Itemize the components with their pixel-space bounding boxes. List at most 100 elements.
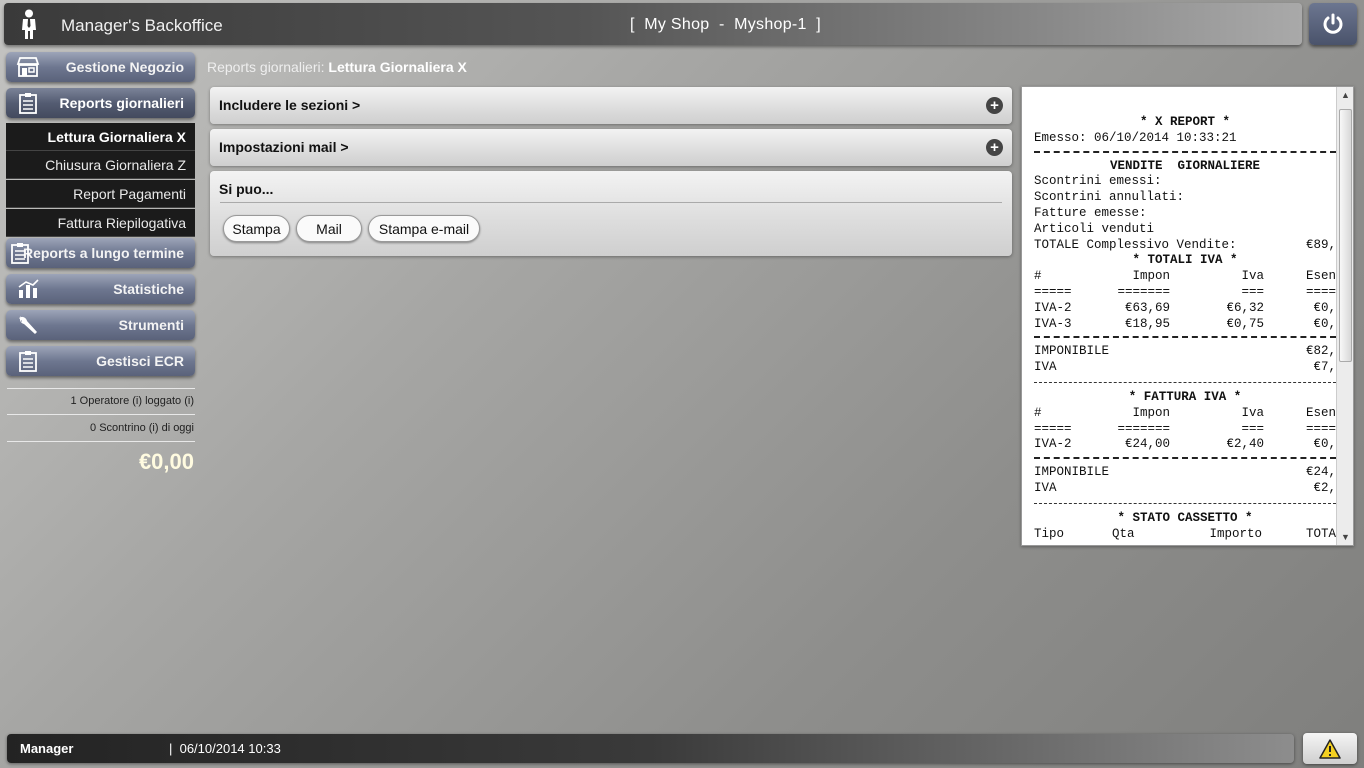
scroll-down-icon[interactable]: ▼ <box>1341 532 1350 542</box>
power-icon <box>1323 13 1343 34</box>
logout-button[interactable] <box>1309 3 1357 45</box>
cell: €2,40 <box>1226 437 1264 452</box>
receipt-total-sales: TOTALE Complessivo Vendite: €89, <box>1034 238 1336 254</box>
expand-plus-icon[interactable]: + <box>986 97 1003 114</box>
col-qta: Qta <box>1112 526 1135 541</box>
subitem-report-pagamenti[interactable]: Report Pagamenti <box>6 180 195 208</box>
expand-plus-icon[interactable]: + <box>986 139 1003 156</box>
shop-title: [ My Shop - Myshop-1 ] <box>630 16 821 33</box>
sidebar-item-strumenti[interactable]: Strumenti <box>6 310 195 340</box>
sidebar-item-gestisci-ecr[interactable]: Gestisci ECR <box>6 346 195 376</box>
sidebar-item-statistiche[interactable]: Statistiche <box>6 274 195 304</box>
status-bar: Manager | 06/10/2014 10:33 <box>7 734 1294 763</box>
cell: €0, <box>1313 300 1336 315</box>
taxable-value: €24, <box>1305 465 1336 480</box>
cell: €0, <box>1313 316 1336 331</box>
cell: €6,32 <box>1226 300 1264 315</box>
subitem-label: Chiusura Giornaliera Z <box>45 156 186 173</box>
receipt-invoice-row: IVA-2 €24,00 €2,40 €0, <box>1034 437 1336 453</box>
panel-title: Includere le sezioni > <box>219 97 361 113</box>
sidebar-item-gestione-negozio[interactable]: Gestione Negozio <box>6 52 195 82</box>
underline: ======= <box>1117 421 1170 436</box>
subitem-label: Lettura Giornaliera X <box>47 128 186 145</box>
receipt-preview[interactable]: * X REPORT * Emesso: 06/10/2014 10:33:21… <box>1021 86 1354 546</box>
receipt-invoice-taxable: IMPONIBILE €24, <box>1034 465 1336 481</box>
receipt-vat-underline: ===== ======= === ==== <box>1034 285 1336 301</box>
receipt-scrollbar[interactable]: ▲ ▼ <box>1336 87 1353 545</box>
receipt-drawer-cols: Tipo Qta Importo TOTA <box>1034 527 1336 543</box>
taxable-label: IMPONIBILE <box>1034 344 1110 359</box>
col-tipo: Tipo <box>1034 526 1065 541</box>
receipt-separator <box>1034 150 1336 159</box>
receipt-separator <box>1034 457 1336 465</box>
receipt-invoice-iva: IVA €2, <box>1034 481 1336 497</box>
sidebar-item-reports-giornalieri[interactable]: Reports giornalieri <box>6 88 195 118</box>
receipt-line: Scontrini annullati: <box>1034 190 1185 205</box>
total-sales-value: €89, <box>1305 237 1336 252</box>
receipt-vat-cols: # Impon Iva Esen <box>1034 269 1336 285</box>
mail-settings-panel[interactable]: Impostazioni mail > + <box>210 129 1012 166</box>
panel-divider <box>220 202 1002 203</box>
cell: €24,00 <box>1124 437 1170 452</box>
receipt-line: Fatture emesse: <box>1034 205 1147 220</box>
taxable-label: IMPONIBILE <box>1034 465 1110 480</box>
receipt-content: * X REPORT * Emesso: 06/10/2014 10:33:21… <box>1034 115 1336 545</box>
top-bar: Manager's Backoffice [ My Shop - Myshop-… <box>4 3 1302 45</box>
col-impon: Impon <box>1132 269 1170 284</box>
sidebar-divider <box>7 388 195 389</box>
receipt-vat-row: IVA-2 €63,69 €6,32 €0, <box>1034 301 1336 317</box>
warning-button[interactable] <box>1303 733 1357 764</box>
col-hash: # <box>1034 269 1042 284</box>
scroll-up-icon[interactable]: ▲ <box>1341 90 1350 100</box>
receipt-drawer-header: * STATO CASSETTO * <box>1117 510 1253 525</box>
cell: €63,69 <box>1124 300 1170 315</box>
underline: === <box>1241 421 1264 436</box>
operators-logged: 1 Operatore (i) loggato (i) <box>70 395 195 407</box>
receipt-sales-header: VENDITE GIORNALIERE <box>1109 158 1261 173</box>
receipt-separator <box>1034 381 1336 390</box>
total-sales-label: TOTALE Complessivo Vendite: <box>1034 237 1237 252</box>
receipt-vat-header: * TOTALI IVA * <box>1132 253 1238 268</box>
subitem-label: Report Pagamenti <box>73 185 186 202</box>
cell: €0, <box>1313 437 1336 452</box>
underline: === <box>1241 284 1264 299</box>
include-sections-panel[interactable]: Includere le sezioni > + <box>210 87 1012 124</box>
print-email-button[interactable]: Stampa e-mail <box>368 215 480 242</box>
subitem-chiusura-giornaliera-z[interactable]: Chiusura Giornaliera Z <box>6 151 195 179</box>
underline: ===== <box>1034 421 1072 436</box>
taxable-value: €82, <box>1305 344 1336 359</box>
daily-total: €0,00 <box>138 449 194 474</box>
receipt-vat-row: IVA-3 €18,95 €0,75 €0, <box>1034 317 1336 333</box>
receipt-invoice-cols: # Impon Iva Esen <box>1034 406 1336 422</box>
col-totale: TOTA <box>1305 526 1336 541</box>
sidebar-item-reports-lungo-termine[interactable]: Reports a lungo termine <box>6 238 195 268</box>
app-title: Manager's Backoffice <box>61 16 223 35</box>
receipt-title: * X REPORT * <box>1139 115 1230 129</box>
col-esen: Esen <box>1305 405 1336 420</box>
mail-button[interactable]: Mail <box>296 215 362 242</box>
subitem-fattura-riepilogativa[interactable]: Fattura Riepilogativa <box>6 209 195 237</box>
sidebar-item-label: Reports giornalieri <box>59 95 184 111</box>
col-esen: Esen <box>1305 269 1336 284</box>
cell: €18,95 <box>1124 316 1170 331</box>
status-user: Manager <box>20 741 74 756</box>
scroll-thumb[interactable] <box>1339 109 1352 362</box>
subitem-label: Fattura Riepilogativa <box>57 214 186 231</box>
receipt-issued-value: 06/10/2014 10:33:21 <box>1094 130 1237 145</box>
cell: €0,75 <box>1226 316 1264 331</box>
clipboard-icon <box>11 243 29 264</box>
receipt-issued: Emesso: 06/10/2014 10:33:21 <box>1034 131 1336 147</box>
receipt-separator <box>1034 502 1336 511</box>
sidebar-divider <box>7 441 195 442</box>
receipt-invoice-header: * FATTURA IVA * <box>1128 389 1242 404</box>
print-button[interactable]: Stampa <box>223 215 290 242</box>
sidebar-item-label: Reports a lungo termine <box>22 245 184 261</box>
iva-value: €7, <box>1313 360 1336 375</box>
col-hash: # <box>1034 405 1042 420</box>
col-impon: Impon <box>1132 405 1170 420</box>
subitem-lettura-giornaliera-x[interactable]: Lettura Giornaliera X <box>6 123 195 151</box>
iva-value: €2, <box>1313 480 1336 495</box>
iva-label: IVA <box>1034 360 1057 375</box>
manager-user-icon <box>22 9 36 39</box>
cell: IVA-2 <box>1034 300 1072 315</box>
